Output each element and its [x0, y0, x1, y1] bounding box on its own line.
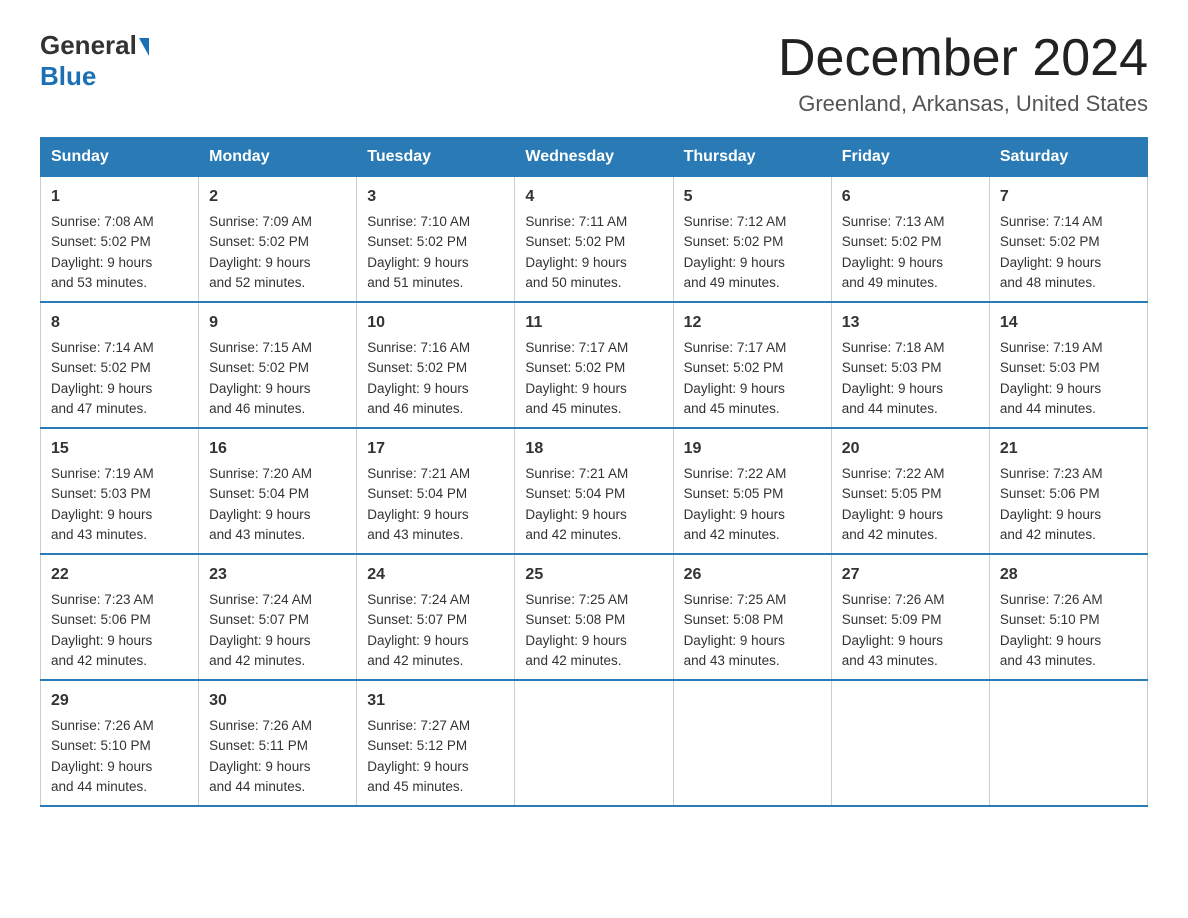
header-tuesday: Tuesday — [357, 138, 515, 177]
calendar-cell: 27Sunrise: 7:26 AMSunset: 5:09 PMDayligh… — [831, 554, 989, 680]
day-number: 31 — [367, 689, 504, 713]
day-number: 16 — [209, 437, 346, 461]
day-number: 24 — [367, 563, 504, 587]
logo-general: General — [40, 30, 137, 61]
calendar-cell: 16Sunrise: 7:20 AMSunset: 5:04 PMDayligh… — [199, 428, 357, 554]
day-number: 7 — [1000, 185, 1137, 209]
day-number: 2 — [209, 185, 346, 209]
week-row-4: 22Sunrise: 7:23 AMSunset: 5:06 PMDayligh… — [41, 554, 1148, 680]
day-number: 14 — [1000, 311, 1137, 335]
calendar-cell: 24Sunrise: 7:24 AMSunset: 5:07 PMDayligh… — [357, 554, 515, 680]
calendar-cell — [515, 680, 673, 806]
calendar-cell: 21Sunrise: 7:23 AMSunset: 5:06 PMDayligh… — [989, 428, 1147, 554]
day-number: 4 — [525, 185, 662, 209]
day-number: 3 — [367, 185, 504, 209]
header-thursday: Thursday — [673, 138, 831, 177]
day-number: 8 — [51, 311, 188, 335]
calendar-cell — [673, 680, 831, 806]
calendar-cell: 23Sunrise: 7:24 AMSunset: 5:07 PMDayligh… — [199, 554, 357, 680]
header-friday: Friday — [831, 138, 989, 177]
day-number: 19 — [684, 437, 821, 461]
logo-triangle-icon — [139, 38, 149, 56]
day-number: 17 — [367, 437, 504, 461]
day-number: 18 — [525, 437, 662, 461]
day-number: 12 — [684, 311, 821, 335]
page-header: General Blue December 2024 Greenland, Ar… — [40, 30, 1148, 117]
calendar-cell: 28Sunrise: 7:26 AMSunset: 5:10 PMDayligh… — [989, 554, 1147, 680]
calendar-cell: 3Sunrise: 7:10 AMSunset: 5:02 PMDaylight… — [357, 177, 515, 303]
header-sunday: Sunday — [41, 138, 199, 177]
day-number: 6 — [842, 185, 979, 209]
calendar-cell: 29Sunrise: 7:26 AMSunset: 5:10 PMDayligh… — [41, 680, 199, 806]
calendar-cell: 19Sunrise: 7:22 AMSunset: 5:05 PMDayligh… — [673, 428, 831, 554]
calendar-cell: 18Sunrise: 7:21 AMSunset: 5:04 PMDayligh… — [515, 428, 673, 554]
calendar-cell: 25Sunrise: 7:25 AMSunset: 5:08 PMDayligh… — [515, 554, 673, 680]
calendar-cell: 17Sunrise: 7:21 AMSunset: 5:04 PMDayligh… — [357, 428, 515, 554]
calendar-cell: 30Sunrise: 7:26 AMSunset: 5:11 PMDayligh… — [199, 680, 357, 806]
weekday-header-row: Sunday Monday Tuesday Wednesday Thursday… — [41, 138, 1148, 177]
week-row-5: 29Sunrise: 7:26 AMSunset: 5:10 PMDayligh… — [41, 680, 1148, 806]
day-number: 29 — [51, 689, 188, 713]
calendar-cell: 8Sunrise: 7:14 AMSunset: 5:02 PMDaylight… — [41, 302, 199, 428]
day-number: 28 — [1000, 563, 1137, 587]
calendar-table: Sunday Monday Tuesday Wednesday Thursday… — [40, 137, 1148, 807]
day-number: 11 — [525, 311, 662, 335]
month-title: December 2024 — [778, 30, 1148, 87]
calendar-cell: 14Sunrise: 7:19 AMSunset: 5:03 PMDayligh… — [989, 302, 1147, 428]
calendar-cell: 4Sunrise: 7:11 AMSunset: 5:02 PMDaylight… — [515, 177, 673, 303]
day-number: 26 — [684, 563, 821, 587]
calendar-cell — [989, 680, 1147, 806]
calendar-cell: 12Sunrise: 7:17 AMSunset: 5:02 PMDayligh… — [673, 302, 831, 428]
logo: General Blue — [40, 30, 149, 92]
calendar-cell: 2Sunrise: 7:09 AMSunset: 5:02 PMDaylight… — [199, 177, 357, 303]
day-number: 15 — [51, 437, 188, 461]
day-number: 9 — [209, 311, 346, 335]
day-number: 10 — [367, 311, 504, 335]
header-monday: Monday — [199, 138, 357, 177]
calendar-cell: 20Sunrise: 7:22 AMSunset: 5:05 PMDayligh… — [831, 428, 989, 554]
week-row-3: 15Sunrise: 7:19 AMSunset: 5:03 PMDayligh… — [41, 428, 1148, 554]
day-number: 13 — [842, 311, 979, 335]
day-number: 27 — [842, 563, 979, 587]
day-number: 20 — [842, 437, 979, 461]
day-number: 22 — [51, 563, 188, 587]
day-number: 23 — [209, 563, 346, 587]
day-number: 21 — [1000, 437, 1137, 461]
calendar-cell: 15Sunrise: 7:19 AMSunset: 5:03 PMDayligh… — [41, 428, 199, 554]
calendar-cell: 10Sunrise: 7:16 AMSunset: 5:02 PMDayligh… — [357, 302, 515, 428]
day-number: 5 — [684, 185, 821, 209]
header-saturday: Saturday — [989, 138, 1147, 177]
day-number: 1 — [51, 185, 188, 209]
calendar-cell: 9Sunrise: 7:15 AMSunset: 5:02 PMDaylight… — [199, 302, 357, 428]
calendar-cell: 22Sunrise: 7:23 AMSunset: 5:06 PMDayligh… — [41, 554, 199, 680]
header-wednesday: Wednesday — [515, 138, 673, 177]
logo-blue: Blue — [40, 61, 96, 91]
calendar-cell: 6Sunrise: 7:13 AMSunset: 5:02 PMDaylight… — [831, 177, 989, 303]
calendar-cell: 13Sunrise: 7:18 AMSunset: 5:03 PMDayligh… — [831, 302, 989, 428]
week-row-1: 1Sunrise: 7:08 AMSunset: 5:02 PMDaylight… — [41, 177, 1148, 303]
day-number: 30 — [209, 689, 346, 713]
calendar-cell: 7Sunrise: 7:14 AMSunset: 5:02 PMDaylight… — [989, 177, 1147, 303]
title-section: December 2024 Greenland, Arkansas, Unite… — [778, 30, 1148, 117]
calendar-cell: 1Sunrise: 7:08 AMSunset: 5:02 PMDaylight… — [41, 177, 199, 303]
calendar-cell: 5Sunrise: 7:12 AMSunset: 5:02 PMDaylight… — [673, 177, 831, 303]
calendar-cell — [831, 680, 989, 806]
location-title: Greenland, Arkansas, United States — [778, 91, 1148, 117]
calendar-cell: 31Sunrise: 7:27 AMSunset: 5:12 PMDayligh… — [357, 680, 515, 806]
calendar-cell: 11Sunrise: 7:17 AMSunset: 5:02 PMDayligh… — [515, 302, 673, 428]
calendar-cell: 26Sunrise: 7:25 AMSunset: 5:08 PMDayligh… — [673, 554, 831, 680]
day-number: 25 — [525, 563, 662, 587]
week-row-2: 8Sunrise: 7:14 AMSunset: 5:02 PMDaylight… — [41, 302, 1148, 428]
